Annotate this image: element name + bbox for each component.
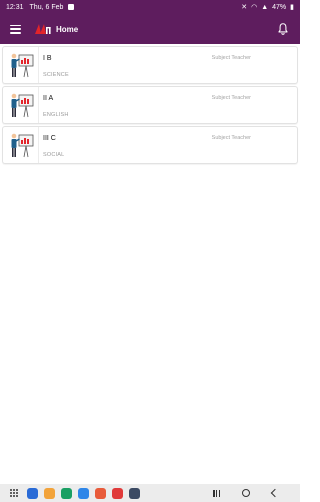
battery-percent: 47% [272, 3, 287, 11]
subject-label: SCIENCE [43, 72, 69, 78]
teacher-illustration-icon [3, 87, 39, 123]
status-right: ✕ ◠ ▲ 47% ▮ [241, 4, 294, 11]
recent-apps-icon[interactable] [213, 489, 220, 497]
class-card[interactable]: II A Subject Teacher ENGLISH [2, 86, 298, 124]
class-list: I B Subject Teacher SCIENCE II A Subject… [2, 46, 298, 166]
class-name: III C [43, 135, 56, 142]
teacher-role-label: Subject Teacher [211, 55, 251, 61]
system-nav [213, 488, 280, 498]
status-date: Thu, 6 Feb [29, 3, 64, 11]
taskbar-app-icon[interactable] [61, 487, 72, 499]
back-icon[interactable] [270, 488, 280, 498]
class-card-body: II A Subject Teacher ENGLISH [39, 87, 297, 123]
class-name: I B [43, 55, 52, 62]
taskbar-app-icon[interactable] [44, 487, 55, 499]
class-card[interactable]: III C Subject Teacher SOCIAL [2, 126, 298, 164]
teacher-role-label: Subject Teacher [211, 135, 251, 141]
taskbar-app-icon[interactable] [95, 487, 106, 499]
status-bar: 12:31 Thu, 6 Feb ✕ ◠ ▲ 47% ▮ [0, 0, 300, 14]
home-icon[interactable] [242, 489, 250, 497]
battery-icon: ▮ [290, 3, 294, 11]
teacher-illustration-icon [3, 47, 39, 83]
taskbar-app-icon[interactable] [129, 487, 140, 499]
taskbar [0, 484, 300, 502]
subject-label: ENGLISH [43, 112, 69, 118]
mute-icon: ✕ [241, 3, 248, 11]
app-bar: Home [0, 14, 300, 44]
class-card[interactable]: I B Subject Teacher SCIENCE [2, 46, 298, 84]
status-time: 12:31 [6, 3, 24, 11]
bell-icon[interactable] [276, 22, 290, 36]
notification-icon [68, 4, 75, 10]
page-title: Home [56, 24, 79, 34]
taskbar-app-icon[interactable] [78, 487, 89, 499]
hamburger-menu-icon[interactable] [10, 24, 21, 34]
class-name: II A [43, 95, 54, 102]
class-card-body: III C Subject Teacher SOCIAL [39, 127, 297, 163]
wifi-icon: ◠ [251, 3, 258, 11]
taskbar-app-icon[interactable] [112, 487, 123, 499]
app-drawer-icon[interactable] [10, 488, 19, 498]
class-card-body: I B Subject Teacher SCIENCE [39, 47, 297, 83]
taskbar-app-icon[interactable] [27, 487, 38, 499]
teacher-illustration-icon [3, 127, 39, 163]
signal-icon: ▲ [261, 3, 269, 11]
app-logo [33, 22, 53, 36]
subject-label: SOCIAL [43, 152, 65, 158]
teacher-role-label: Subject Teacher [211, 95, 251, 101]
